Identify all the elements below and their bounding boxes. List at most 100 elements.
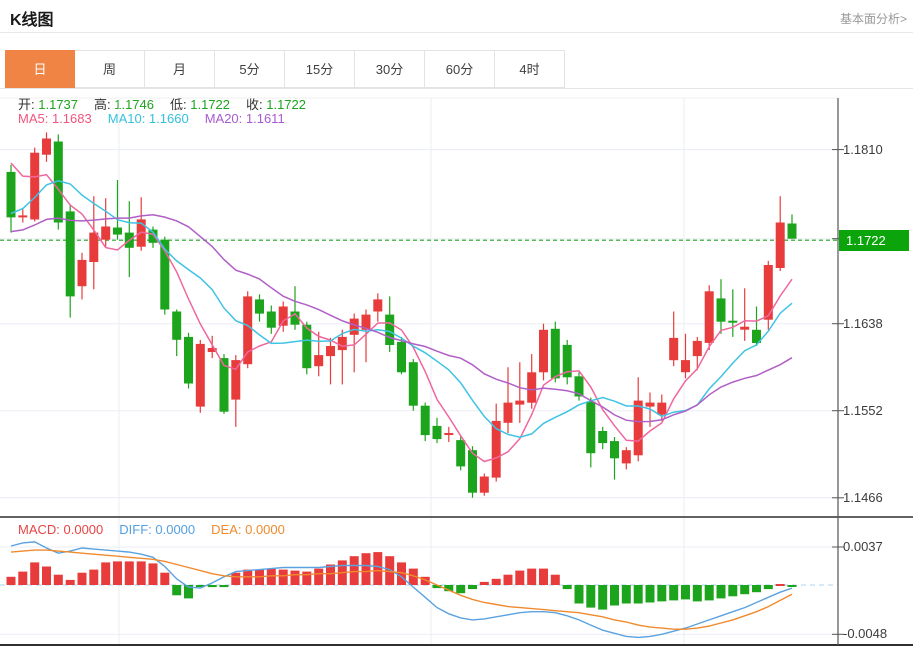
candle-body bbox=[480, 477, 489, 493]
macd-bar bbox=[728, 585, 737, 596]
macd-bar bbox=[30, 562, 39, 585]
macd-bar bbox=[137, 561, 146, 585]
macd-bar bbox=[788, 585, 797, 587]
candle-body bbox=[373, 299, 382, 311]
macd-bar bbox=[208, 585, 217, 587]
candle-body bbox=[586, 402, 595, 454]
macd-bar bbox=[373, 552, 382, 585]
macd-bar bbox=[101, 562, 110, 585]
candle-body bbox=[409, 362, 418, 406]
candle-body bbox=[504, 403, 513, 423]
candle-body bbox=[740, 327, 749, 330]
candle-body bbox=[30, 153, 39, 220]
candle-body bbox=[101, 227, 110, 240]
candle-body bbox=[421, 406, 430, 435]
macd-bar bbox=[610, 585, 619, 606]
macd-bar bbox=[575, 585, 584, 604]
candle-body bbox=[515, 401, 524, 405]
candle-body bbox=[539, 330, 548, 373]
macd-bar bbox=[776, 584, 785, 586]
ma5-line bbox=[11, 163, 792, 462]
candle-body bbox=[433, 426, 442, 439]
macd-bar bbox=[267, 569, 276, 585]
candle-body bbox=[326, 346, 335, 356]
macd-bar bbox=[78, 573, 87, 585]
macd-bar bbox=[231, 573, 240, 585]
candle-body bbox=[7, 172, 16, 218]
macd-bar bbox=[752, 585, 761, 592]
macd-bar bbox=[492, 579, 501, 585]
macd-bar bbox=[705, 585, 714, 600]
macd-bar bbox=[681, 585, 690, 599]
candle-body bbox=[18, 215, 27, 217]
macd-bar bbox=[539, 569, 548, 585]
candle-body bbox=[196, 344, 205, 407]
macd-bar bbox=[160, 573, 169, 585]
macd-bar bbox=[113, 561, 122, 585]
candle-body bbox=[350, 319, 359, 335]
main-axis-tick-label: 1.1638 bbox=[843, 316, 883, 332]
candle-body bbox=[385, 315, 394, 345]
macd-bar bbox=[598, 585, 607, 610]
candle-body bbox=[456, 440, 465, 466]
macd-bar bbox=[42, 567, 51, 586]
candle-body bbox=[634, 401, 643, 456]
candle-body bbox=[622, 450, 631, 463]
candle-body bbox=[89, 233, 98, 262]
macd-bar bbox=[764, 585, 773, 589]
candle-body bbox=[42, 139, 51, 155]
macd-axis-tick-label: 0.0037 bbox=[843, 539, 883, 555]
current-price-badge: 1.1722 bbox=[839, 230, 909, 251]
macd-bar bbox=[18, 572, 27, 585]
candle-body bbox=[669, 338, 678, 360]
candle-body bbox=[551, 329, 560, 379]
candle-body bbox=[255, 299, 264, 313]
macd-bar bbox=[622, 585, 631, 604]
main-axis-tick-label: 1.1552 bbox=[843, 403, 883, 419]
macd-bar bbox=[326, 565, 335, 586]
macd-bar bbox=[350, 556, 359, 585]
candle-body bbox=[788, 224, 797, 239]
macd-bar bbox=[717, 585, 726, 598]
candle-body bbox=[776, 223, 785, 269]
macd-bar bbox=[693, 585, 702, 601]
candle-body bbox=[243, 296, 252, 364]
ma10-line bbox=[11, 181, 792, 437]
candle-body bbox=[113, 228, 122, 235]
candle-body bbox=[598, 431, 607, 443]
candle-body bbox=[267, 312, 276, 328]
main-axis-tick-label: 1.1466 bbox=[843, 490, 883, 506]
candle-body bbox=[279, 307, 288, 326]
candle-body bbox=[610, 441, 619, 458]
macd-bar bbox=[149, 563, 158, 585]
candle-body bbox=[717, 298, 726, 321]
kline-page: K线图 基本面分析> 日周月5分15分30分60分4时 开: 1.1737高: … bbox=[0, 0, 913, 649]
candle-body bbox=[66, 211, 75, 296]
macd-bar bbox=[291, 571, 300, 585]
macd-bar bbox=[456, 585, 465, 593]
macd-bar bbox=[54, 575, 63, 585]
macd-bar bbox=[527, 569, 536, 585]
macd-bar bbox=[586, 585, 595, 608]
macd-bar bbox=[302, 572, 311, 585]
macd-axis-tick-label: -0.0048 bbox=[843, 626, 887, 642]
candle-body bbox=[172, 312, 181, 340]
macd-bar bbox=[480, 582, 489, 585]
macd-bar bbox=[646, 585, 655, 603]
macd-bar bbox=[468, 585, 477, 589]
macd-bar bbox=[504, 575, 513, 585]
macd-bar bbox=[551, 575, 560, 585]
candle-body bbox=[693, 341, 702, 356]
macd-bar bbox=[172, 585, 181, 595]
macd-bar bbox=[563, 585, 572, 589]
macd-bar bbox=[66, 580, 75, 585]
macd-bar bbox=[314, 569, 323, 585]
candle-body bbox=[397, 342, 406, 372]
main-axis-tick-label: 1.1810 bbox=[843, 142, 883, 158]
candle-body bbox=[657, 403, 666, 415]
candle-body bbox=[527, 372, 536, 402]
macd-bar bbox=[657, 585, 666, 601]
macd-bar bbox=[740, 585, 749, 594]
macd-bar bbox=[515, 571, 524, 585]
candle-body bbox=[728, 321, 737, 323]
